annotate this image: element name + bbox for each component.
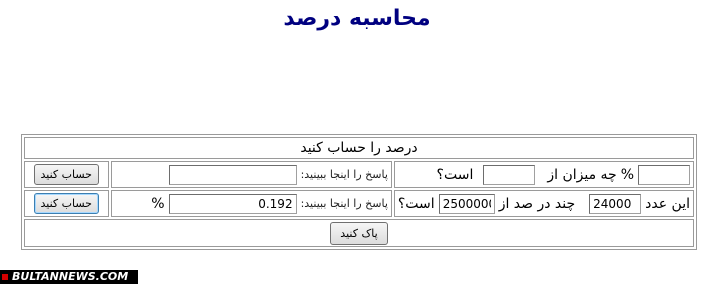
clear-cell: پاک کنید: [24, 219, 694, 247]
watermark-mark-icon: [2, 274, 8, 280]
row2-calculate-button[interactable]: حساب کنید: [33, 193, 99, 214]
row2-question-cell: این عدد چند در صد از است؟: [393, 190, 694, 217]
row1-question-cell: % چه میزان از است؟: [393, 161, 694, 188]
row2-of-input[interactable]: [438, 193, 495, 214]
row1-is-label: است؟: [436, 166, 474, 183]
row2-what-percent-label: چند در صد از: [498, 195, 576, 212]
row1-percent-input[interactable]: [638, 164, 690, 185]
percent-calculator-table: درصد را حساب کنید % چه میزان از است؟ پاس…: [21, 134, 697, 250]
row2-this-number-label: این عدد: [645, 195, 690, 212]
row2-percent-sign: %: [151, 195, 165, 212]
clear-button[interactable]: پاک کنید: [330, 221, 388, 245]
row2-result-label: پاسخ را اینجا ببینید:: [300, 197, 388, 210]
watermark-text: BULTANNEWS.COM: [12, 270, 129, 283]
row1-percent-sign: %: [620, 166, 634, 183]
row1-calculate-button[interactable]: حساب کنید: [33, 164, 99, 185]
row1-result-label: پاسخ را اینجا ببینید:: [300, 168, 388, 181]
row1-result-cell: پاسخ را اینجا ببینید:: [110, 161, 392, 188]
calculator-header: درصد را حساب کنید: [24, 137, 694, 159]
row1-how-much-label: چه میزان از: [547, 166, 617, 183]
calc-row-1: % چه میزان از است؟ پاسخ را اینجا ببینید:…: [24, 161, 694, 188]
row1-of-input[interactable]: [483, 164, 536, 185]
row2-number-input[interactable]: [589, 193, 642, 214]
watermark: BULTANNEWS.COM: [0, 270, 138, 284]
row2-button-cell: حساب کنید: [24, 190, 109, 217]
calc-row-2: این عدد چند در صد از است؟ پاسخ را اینجا …: [24, 190, 694, 217]
row1-button-cell: حساب کنید: [24, 161, 109, 188]
row2-is-label: است؟: [397, 195, 435, 212]
row2-result-cell: پاسخ را اینجا ببینید: %: [110, 190, 392, 217]
page-title: محاسبه درصد: [283, 6, 431, 31]
row1-result-input[interactable]: [168, 164, 297, 185]
row2-result-input[interactable]: [168, 193, 297, 214]
